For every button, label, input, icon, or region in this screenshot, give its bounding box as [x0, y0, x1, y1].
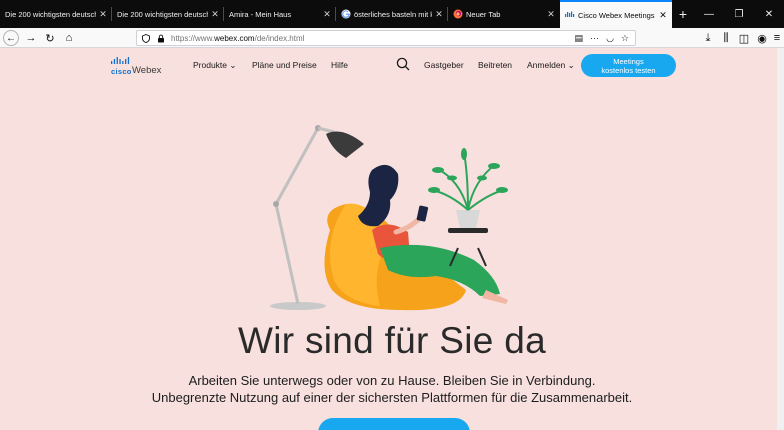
- close-tab-icon[interactable]: ✕: [546, 9, 556, 20]
- tab-title: Die 200 wichtigsten deutsche: [117, 9, 208, 19]
- window-controls: — ❐ ✕: [694, 0, 784, 28]
- close-tab-icon[interactable]: ✕: [322, 9, 332, 20]
- nav-products-label: Produkte: [193, 60, 228, 70]
- tab-title: Cisco Webex Meetings |: [578, 10, 656, 20]
- free-trial-button[interactable]: Meetings kostenlos testen: [581, 54, 676, 77]
- nav-join[interactable]: Beitreten: [478, 60, 512, 70]
- browser-tab[interactable]: Amira - Mein Haus ✕: [224, 0, 336, 28]
- pocket-icon[interactable]: ◡: [606, 33, 614, 44]
- minimize-icon[interactable]: —: [694, 0, 724, 28]
- reload-icon[interactable]: ↻: [42, 30, 58, 46]
- logo-cisco-text: cisco: [111, 67, 132, 76]
- url-host: webex.com: [214, 33, 255, 43]
- firefox-icon: [453, 9, 463, 19]
- close-tab-icon[interactable]: ✕: [98, 9, 108, 20]
- hero-title: Wir sind für Sie da: [238, 320, 546, 361]
- page-actions-icon[interactable]: ···: [590, 33, 599, 43]
- shield-icon[interactable]: [140, 33, 152, 43]
- close-tab-icon[interactable]: ✕: [658, 10, 668, 21]
- nav-help[interactable]: Hilfe: [331, 60, 348, 70]
- nav-signin-label: Anmelden: [527, 60, 566, 70]
- new-tab-button[interactable]: +: [672, 0, 694, 28]
- browser-tab[interactable]: Die 200 wichtigsten deutsche ✕: [0, 0, 112, 28]
- hero-illustration: [270, 125, 508, 311]
- chevron-down-icon: ⌄: [567, 60, 575, 70]
- sidebar-icon[interactable]: ◫: [736, 30, 752, 46]
- search-icon[interactable]: [396, 57, 410, 73]
- hero-subtitle-line-1: Arbeiten Sie unterwegs oder von zu Hause…: [188, 373, 596, 388]
- hero-cta-button[interactable]: [318, 418, 470, 430]
- cta-line-1: Meetings: [613, 56, 644, 66]
- home-icon[interactable]: ⌂: [61, 30, 77, 46]
- downloads-icon[interactable]: ⤓: [700, 30, 716, 46]
- url-scheme: https://www.: [171, 33, 215, 43]
- restore-icon[interactable]: ❐: [724, 0, 754, 28]
- close-window-icon[interactable]: ✕: [754, 0, 784, 28]
- site-header: cisco Webex Produkte ⌄ Pläne und Preise …: [0, 48, 784, 84]
- nav-signin[interactable]: Anmelden ⌄: [527, 60, 575, 71]
- hero-subtitle-line-2: Unbegrenzte Nutzung auf einer der sicher…: [151, 390, 633, 405]
- browser-tab-active[interactable]: Cisco Webex Meetings | ✕: [560, 0, 672, 28]
- forward-icon[interactable]: →: [23, 30, 39, 46]
- address-bar[interactable]: https://www.webex.com/de/index.html ▤ ··…: [136, 30, 636, 46]
- menu-icon[interactable]: ≡: [771, 30, 783, 46]
- cisco-bars-icon: [111, 57, 130, 64]
- free-trial-label: Meetings kostenlos testen: [601, 57, 655, 75]
- tab-title: Amira - Mein Haus: [229, 9, 292, 19]
- close-tab-icon[interactable]: ✕: [210, 9, 220, 20]
- close-tab-icon[interactable]: ✕: [434, 9, 444, 20]
- nav-products[interactable]: Produkte ⌄: [193, 60, 237, 71]
- browser-tab[interactable]: Die 200 wichtigsten deutsche ✕: [112, 0, 224, 28]
- bookmark-star-icon[interactable]: ☆: [621, 33, 629, 44]
- url-path: /de/index.html: [254, 33, 305, 43]
- tab-title: Die 200 wichtigsten deutsche: [5, 9, 96, 19]
- nav-plans[interactable]: Pläne und Preise: [252, 60, 317, 70]
- webex-logo[interactable]: cisco Webex: [111, 57, 177, 77]
- reader-view-icon[interactable]: ▤: [575, 33, 584, 44]
- urlbar-actions: ▤ ··· ◡ ☆: [575, 33, 635, 44]
- library-icon[interactable]: ⫼: [718, 30, 734, 46]
- cta-line-2: kostenlos testen: [601, 65, 656, 75]
- chevron-down-icon: ⌄: [229, 60, 237, 70]
- hero-subtitle: Arbeiten Sie unterwegs oder von zu Hause…: [0, 372, 784, 406]
- tab-title: Neuer Tab: [466, 9, 501, 19]
- browser-tab[interactable]: Neuer Tab ✕: [448, 0, 560, 28]
- tab-strip: Die 200 wichtigsten deutsche ✕ Die 200 w…: [0, 0, 784, 28]
- nav-host[interactable]: Gastgeber: [424, 60, 464, 70]
- webex-icon: [565, 11, 575, 17]
- url-text: https://www.webex.com/de/index.html: [171, 34, 304, 43]
- lock-icon[interactable]: [155, 34, 167, 43]
- vertical-scrollbar[interactable]: [777, 48, 784, 430]
- account-icon[interactable]: ◉: [754, 30, 770, 46]
- tab-title: österliches basteln mit kin: [354, 9, 432, 19]
- google-icon: [341, 9, 351, 19]
- navigation-toolbar: ← → ↻ ⌂ https://www.webex.com/de/index.h…: [0, 28, 784, 48]
- logo-webex-text: Webex: [132, 65, 162, 76]
- back-icon[interactable]: ←: [3, 30, 19, 46]
- browser-tab[interactable]: österliches basteln mit kin ✕: [336, 0, 448, 28]
